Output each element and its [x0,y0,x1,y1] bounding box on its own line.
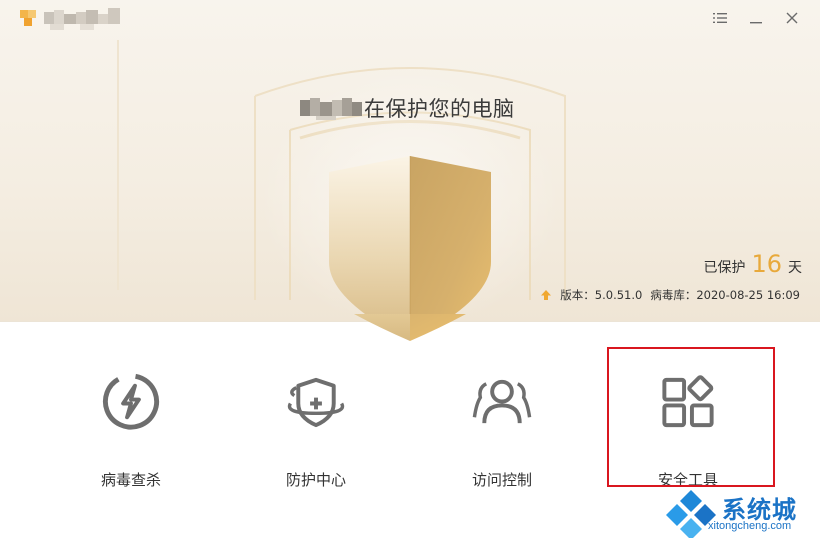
highlight-annotation [607,347,775,487]
feature-label: 访问控制 [471,471,532,489]
shield-plus-icon [287,377,345,428]
bolt-icon [102,373,160,430]
feature-access-control[interactable]: 访问控制 [427,360,577,490]
shield-tip [354,314,466,341]
app-window: 在保护您的电脑 已保护 16 天 版本：5.0.51.0 病毒库：2020-08… [0,0,820,540]
watermark: 系统城 xitongcheng.com [664,486,820,540]
feature-label: 防护中心 [285,471,346,489]
feature-protection-center[interactable]: 防护中心 [241,360,391,490]
users-icon [472,379,532,424]
feature-label: 病毒查杀 [100,471,161,489]
watermark-url: xitongcheng.com [708,520,792,532]
feature-virus-scan[interactable]: 病毒查杀 [56,360,206,490]
